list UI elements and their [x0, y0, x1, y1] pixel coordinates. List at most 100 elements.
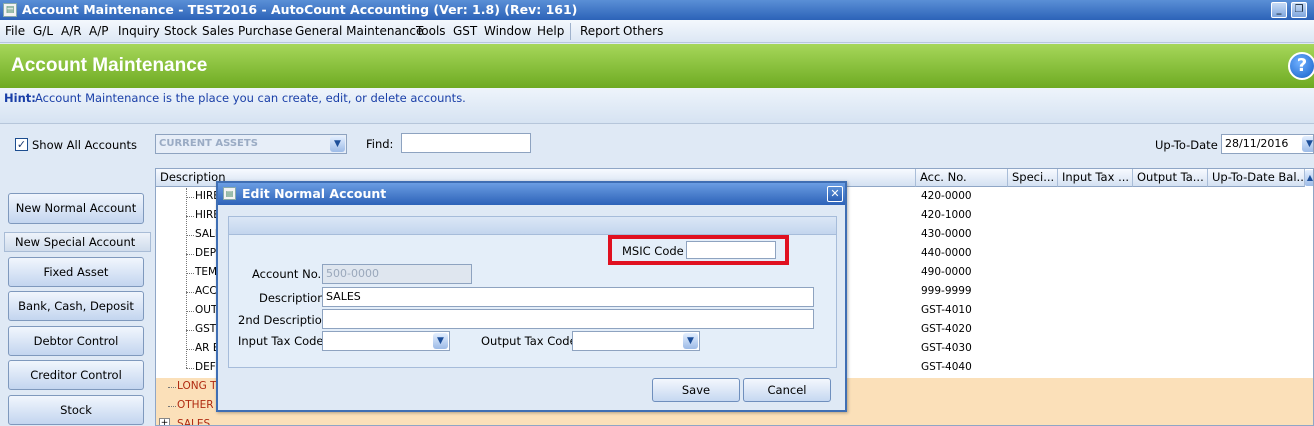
tree-line [168, 406, 176, 407]
hint-text: Account Maintenance is the place you can… [35, 91, 466, 105]
restore-icon: ❐ [1294, 4, 1304, 15]
column-header-input-tax[interactable]: Input Tax ... [1058, 169, 1133, 187]
fixed-asset-button[interactable]: Fixed Asset [8, 257, 144, 287]
chevron-down-icon[interactable]: ▼ [330, 136, 345, 152]
account-no-input[interactable]: 500-0000 [322, 264, 472, 284]
row-acc-no: 490-0000 [921, 266, 972, 278]
menu-general-maintenance[interactable]: General Maintenance [295, 24, 423, 38]
edit-normal-account-dialog[interactable]: ▤ Edit Normal Account ✕ MSIC Code Accoun… [216, 181, 847, 412]
document-icon: ▤ [3, 3, 17, 17]
row-acc-no: 420-1000 [921, 209, 972, 221]
help-icon[interactable]: ? [1288, 52, 1314, 80]
find-input[interactable] [401, 133, 531, 153]
menu-file[interactable]: File [5, 24, 25, 38]
column-header-acc-no[interactable]: Acc. No. [916, 169, 1008, 187]
up-to-date-value: 28/11/2016 [1225, 137, 1289, 150]
tree-line [186, 197, 194, 198]
show-all-accounts-checkbox[interactable]: ✓ [15, 138, 28, 151]
tree-line [186, 254, 194, 255]
input-tax-code-label: Input Tax Code [238, 334, 324, 348]
tree-line [186, 349, 194, 350]
restore-button[interactable]: ❐ [1291, 2, 1307, 18]
tree-line [186, 235, 194, 236]
row-acc-no: 430-0000 [921, 228, 972, 240]
row-acc-no: 999-9999 [921, 285, 972, 297]
group-description: SALES [177, 418, 211, 426]
output-tax-code-label: Output Tax Code [481, 334, 577, 348]
row-description: TEM [195, 266, 218, 278]
window-title: Account Maintenance - TEST2016 - AutoCou… [22, 2, 578, 17]
second-description-label: 2nd Description [238, 313, 330, 327]
document-icon: ▤ [223, 187, 236, 200]
menu-purchase[interactable]: Purchase [238, 24, 293, 38]
column-header-special[interactable]: Speci... [1008, 169, 1058, 187]
row-acc-no: GST-4030 [921, 342, 972, 354]
page-title: Account Maintenance [11, 55, 208, 76]
menu-stock[interactable]: Stock [164, 24, 197, 38]
scroll-up-icon[interactable]: ▲ [1305, 170, 1313, 186]
input-tax-code-combo[interactable]: ▼ [322, 331, 450, 351]
account-type-combo[interactable]: CURRENT ASSETS ▼ [155, 134, 347, 154]
row-acc-no: GST-4040 [921, 361, 972, 373]
menu-sales[interactable]: Sales [202, 24, 234, 38]
menu-report[interactable]: Report [580, 24, 620, 38]
row-acc-no: 440-0000 [921, 247, 972, 259]
menu-gst[interactable]: GST [453, 24, 477, 38]
column-header-output-tax[interactable]: Output Ta... [1133, 169, 1208, 187]
show-all-accounts-label: Show All Accounts [32, 138, 138, 152]
chevron-down-icon[interactable]: ▼ [683, 333, 698, 349]
row-description: GST [195, 323, 217, 335]
dialog-panel-header [229, 217, 836, 235]
group-row[interactable]: + SALES [156, 416, 1313, 426]
row-acc-no: 420-0000 [921, 190, 972, 202]
row-acc-no: GST-4020 [921, 323, 972, 335]
column-header-up-to-date-balance[interactable]: Up-To-Date Bal... [1208, 169, 1305, 187]
row-description: ACC [195, 285, 217, 297]
menu-inquiry[interactable]: Inquiry [118, 24, 160, 38]
chevron-down-icon[interactable]: ▼ [433, 333, 448, 349]
account-no-label: Account No. [252, 267, 322, 281]
second-description-input[interactable] [322, 309, 814, 329]
menu-others[interactable]: Others [623, 24, 663, 38]
save-button[interactable]: Save [652, 378, 740, 402]
dialog-title-bar[interactable]: ▤ Edit Normal Account ✕ [218, 183, 845, 205]
menu-separator [570, 23, 571, 40]
creditor-control-button[interactable]: Creditor Control [8, 360, 144, 390]
tree-line [186, 216, 194, 217]
menu-ar[interactable]: A/R [61, 24, 82, 38]
expand-icon[interactable]: + [159, 418, 170, 425]
menu-window[interactable]: Window [484, 24, 531, 38]
close-icon[interactable]: ✕ [827, 186, 843, 202]
new-normal-account-button[interactable]: New Normal Account [8, 193, 144, 224]
minimize-icon: _ [1276, 4, 1282, 15]
chevron-down-icon[interactable]: ▼ [1302, 136, 1313, 152]
menu-bar: File G/L A/R A/P Inquiry Stock Sales Pur… [0, 20, 1314, 43]
tree-line [186, 273, 194, 274]
menu-tools[interactable]: Tools [416, 24, 446, 38]
stock-button[interactable]: Stock [8, 395, 144, 425]
description-label: Description [259, 291, 325, 305]
dialog-title: Edit Normal Account [242, 186, 387, 201]
up-to-date-label: Up-To-Date [1155, 138, 1218, 152]
find-label: Find: [366, 137, 394, 151]
new-special-account-header: New Special Account [4, 232, 151, 252]
msic-code-highlight [608, 235, 789, 265]
menu-gl[interactable]: G/L [33, 24, 53, 38]
tree-line [168, 387, 176, 388]
row-description: OUT [195, 304, 218, 316]
tree-line [186, 292, 194, 293]
account-type-value: CURRENT ASSETS [159, 138, 258, 149]
up-to-date-input[interactable]: 28/11/2016 ▼ [1221, 134, 1314, 154]
menu-ap[interactable]: A/P [89, 24, 109, 38]
description-input[interactable]: SALES [322, 287, 814, 307]
bank-cash-deposit-button[interactable]: Bank, Cash, Deposit [8, 291, 144, 321]
window-title-bar[interactable]: ▤ Account Maintenance - TEST2016 - AutoC… [0, 0, 1314, 20]
minimize-button[interactable]: _ [1271, 2, 1287, 18]
hint-label: Hint: [4, 91, 36, 105]
cancel-button[interactable]: Cancel [743, 378, 831, 402]
tree-line [186, 311, 194, 312]
row-acc-no: GST-4010 [921, 304, 972, 316]
debtor-control-button[interactable]: Debtor Control [8, 326, 144, 356]
menu-help[interactable]: Help [537, 24, 564, 38]
output-tax-code-combo[interactable]: ▼ [572, 331, 700, 351]
